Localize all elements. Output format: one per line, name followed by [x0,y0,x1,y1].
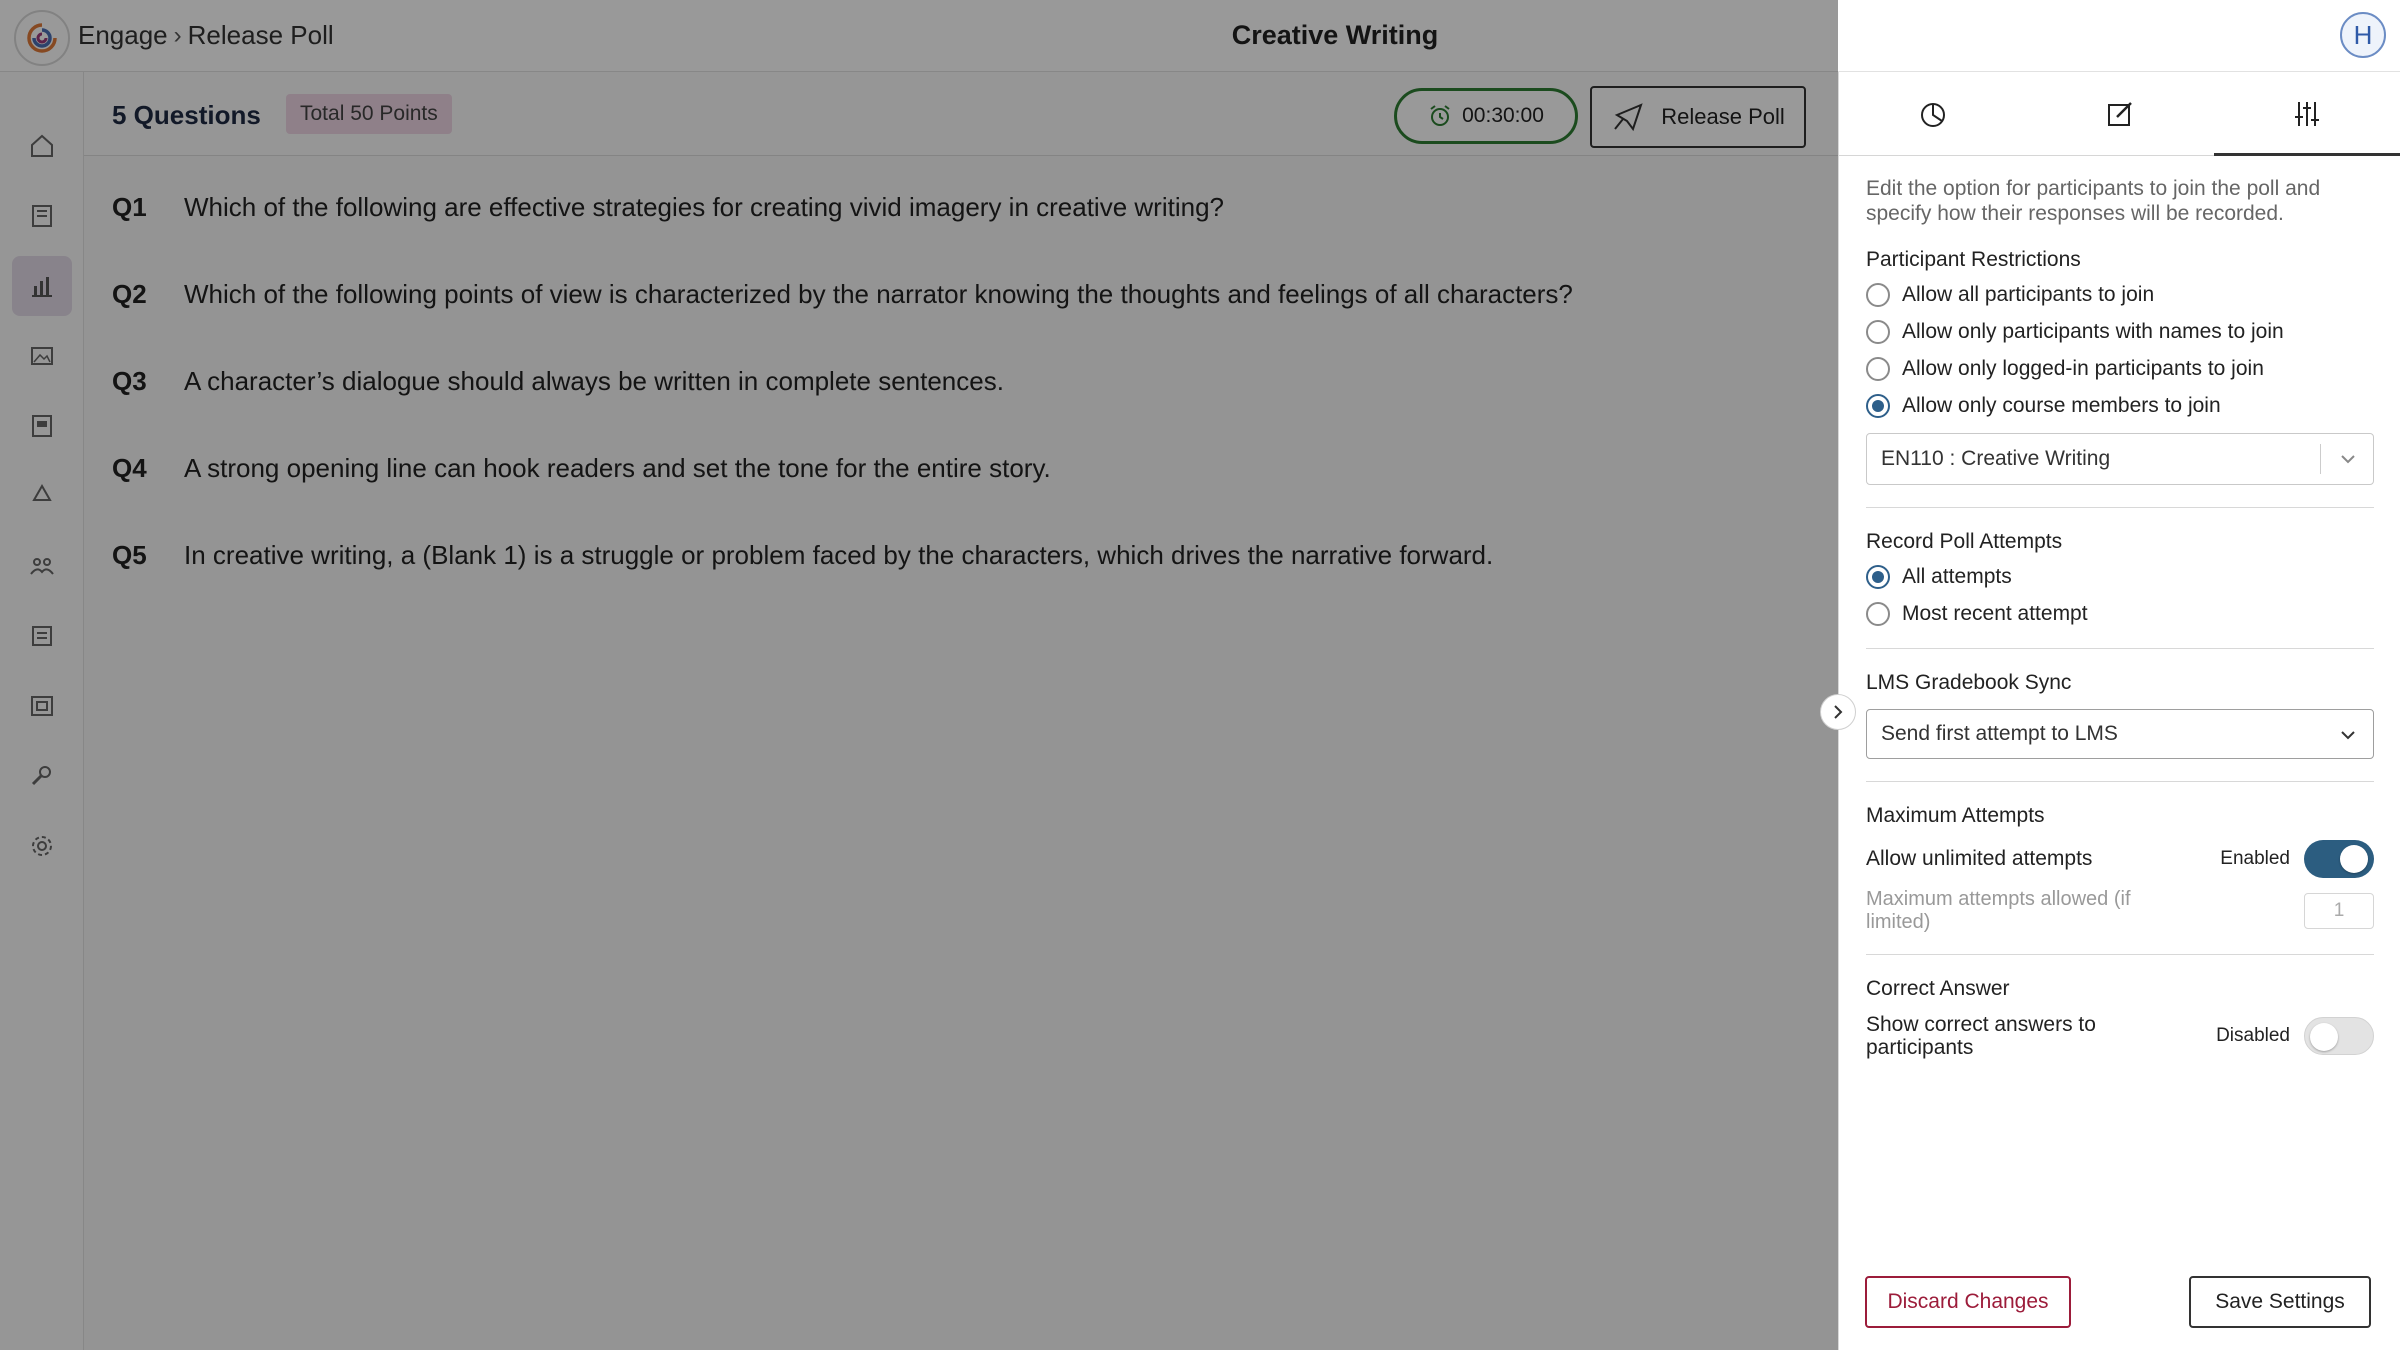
select-divider [2320,444,2321,474]
chevron-down-icon [2341,731,2355,740]
section-divider [1866,954,2374,955]
toggle-group: Enabled [2220,840,2374,878]
max-attempts-title: Maximum Attempts [1866,804,2045,827]
show-correct-row: Show correct answers to participants Dis… [1866,1013,2374,1059]
participant-option[interactable]: Allow all participants to join [1866,276,2374,313]
participant-option[interactable]: Allow only course members to join [1866,387,2374,424]
unlimited-attempts-label: Allow unlimited attempts [1866,847,2093,870]
max-allowed-row: Maximum attempts allowed (if limited) 1 [1866,888,2374,934]
chevron-right-icon [1834,705,1843,719]
max-allowed-label: Maximum attempts allowed (if limited) [1866,888,2131,933]
radio-button[interactable] [1866,319,1890,344]
toggle-group: Disabled [2216,1017,2374,1055]
collapse-panel-button[interactable] [1820,694,1856,730]
radio-button[interactable] [1866,282,1890,307]
tab-results[interactable] [1839,72,2026,155]
radio-label: Allow only participants with names to jo… [1902,319,2284,343]
edit-icon [2107,101,2132,126]
pie-chart-icon [1920,102,1945,127]
radio-label: Allow all participants to join [1902,282,2155,306]
correct-answer-title: Correct Answer [1866,977,2010,1000]
section-divider [1866,507,2374,508]
lms-sync-title: LMS Gradebook Sync [1866,671,2072,694]
radio-button-selected[interactable] [1866,564,1890,589]
radio-button[interactable] [1866,356,1890,381]
lms-sync-value: Send first attempt to LMS [1881,722,2118,745]
record-attempts-title: Record Poll Attempts [1866,530,2063,553]
tab-edit[interactable] [2026,72,2213,155]
show-correct-toggle[interactable] [2304,1017,2374,1055]
section-divider [1866,648,2374,649]
radio-label: All attempts [1902,564,2012,588]
participant-option[interactable]: Allow only participants with names to jo… [1866,313,2374,350]
discard-changes-button[interactable]: Discard Changes [1865,1276,2071,1328]
radio-label: Most recent attempt [1902,601,2088,625]
radio-button-selected[interactable] [1866,393,1890,418]
radio-label: Allow only course members to join [1902,393,2221,417]
lms-sync-select[interactable]: Send first attempt to LMS [1866,709,2374,759]
chevron-down-icon [2341,455,2355,464]
avatar[interactable]: H [2340,12,2386,58]
section-divider [1866,781,2374,782]
toggle-knob [2340,845,2368,873]
course-select-value: EN110 : Creative Writing [1881,447,2111,470]
tab-settings[interactable] [2213,72,2400,156]
course-select[interactable]: EN110 : Creative Writing [1866,433,2374,485]
radio-button[interactable] [1866,601,1890,626]
participant-restrictions-title: Participant Restrictions [1866,248,2081,271]
save-settings-button[interactable]: Save Settings [2189,1276,2371,1328]
attempts-option[interactable]: All attempts [1866,558,2374,595]
settings-panel: Edit the option for participants to join… [1838,72,2400,1350]
participant-option[interactable]: Allow only logged-in participants to joi… [1866,350,2374,387]
sliders-icon [2295,101,2320,126]
radio-label: Allow only logged-in participants to joi… [1902,356,2264,380]
max-attempts-input[interactable]: 1 [2304,893,2374,929]
unlimited-attempts-toggle[interactable] [2304,840,2374,878]
settings-body: Edit the option for participants to join… [1866,176,2374,1059]
show-correct-label: Show correct answers to participants [1866,1013,2096,1059]
attempts-option[interactable]: Most recent attempt [1866,595,2374,632]
toggle-knob [2310,1023,2338,1051]
toggle-state: Enabled [2220,848,2290,869]
unlimited-attempts-row: Allow unlimited attempts Enabled [1866,840,2374,878]
modal-overlay[interactable] [0,0,1838,1350]
toggle-state: Disabled [2216,1025,2290,1046]
panel-tabs [1839,72,2400,156]
settings-intro: Edit the option for participants to join… [1866,177,2321,225]
